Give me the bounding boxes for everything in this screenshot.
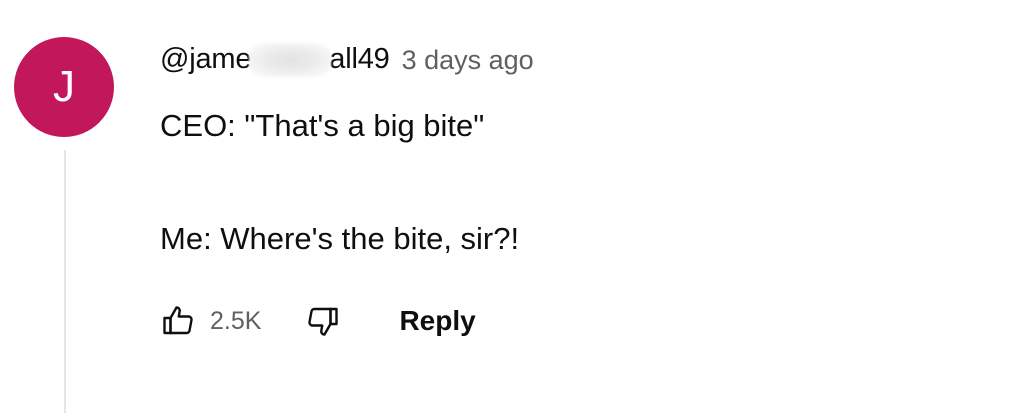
comment-text-line-2: Me: Where's the bite, sir?! <box>160 221 520 256</box>
author-name[interactable]: @jame all49 <box>160 42 390 78</box>
comment-text-line-1: CEO: "That's a big bite" <box>160 108 485 143</box>
comment: J @jame all49 3 days ago CEO: "That's a b… <box>0 0 1024 413</box>
avatar-initial: J <box>53 62 75 111</box>
like-button[interactable] <box>156 299 200 343</box>
comment-actions: 2.5K Reply <box>156 296 476 346</box>
avatar[interactable]: J <box>14 37 114 137</box>
dislike-button[interactable] <box>301 299 345 343</box>
timestamp[interactable]: 3 days ago <box>402 45 534 76</box>
like-count: 2.5K <box>210 306 262 335</box>
thumbs-down-icon <box>308 307 339 336</box>
comment-header: @jame all49 3 days ago <box>160 38 534 82</box>
thread-line <box>64 150 66 413</box>
reply-button[interactable]: Reply <box>399 305 475 337</box>
author-name-start: @jame <box>160 42 252 75</box>
thumbs-up-icon <box>163 306 193 335</box>
author-name-end: all49 <box>329 42 390 75</box>
redaction-blur <box>249 43 332 78</box>
